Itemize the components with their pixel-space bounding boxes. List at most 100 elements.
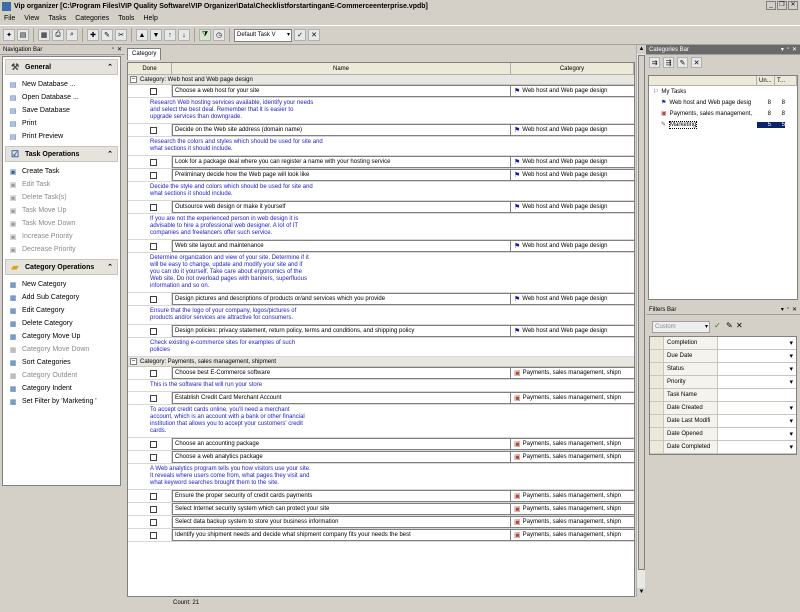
task-row[interactable]: Choose an accounting package ▣ Payments, s… [128,438,634,451]
close-pane-icon[interactable]: ✕ [792,306,797,313]
task-category[interactable]: ⚑ Web host and Web page design [511,293,634,305]
task-row[interactable]: Web site layout and maintenance ⚑ Web host… [128,240,634,253]
task-name[interactable]: Look for a package deal where you can re… [172,156,511,168]
task-done-checkbox[interactable] [150,532,157,539]
nav-item-new-database[interactable]: ▤ New Database ... [8,78,118,91]
scroll-up-icon[interactable]: ▲ [637,45,646,54]
task-category[interactable]: ▣ Payments, sales management, shipn [511,451,634,463]
apply-filter-icon[interactable]: ✓ [714,321,721,330]
task-name[interactable]: Establish Credit Card Merchant Account [172,392,511,404]
task-done-checkbox[interactable] [150,127,157,134]
task-category[interactable]: ⚑ Web host and Web page design [511,124,634,136]
task-name[interactable]: Preliminary decide how the Web page will… [172,169,511,181]
nav-item-edit-category[interactable]: ▦ Edit Category [8,304,118,317]
task-done-checkbox[interactable] [150,328,157,335]
task-category[interactable]: ▣ Payments, sales management, shipn [511,392,634,404]
task-view-select[interactable]: Default Task V [234,28,292,42]
category-tree-item[interactable]: ✎ Marketing 5 5 [649,119,797,130]
task-name[interactable]: Identify you shipment needs and decide w… [172,529,511,541]
filter-icon[interactable]: ⧩ [199,29,211,41]
task-row[interactable]: Select data backup system to store your … [128,516,634,529]
nav-item-create-task[interactable]: ▣ Create Task [8,165,118,178]
reminder-icon[interactable]: ◷ [213,29,225,41]
new-category-icon[interactable]: ⇉ [649,57,660,68]
collapse-group-icon[interactable]: – [130,76,137,83]
task-done-checkbox[interactable] [150,88,157,95]
nav-item-increase-priority[interactable]: ▣ Increase Priority [8,230,118,243]
column-uncompleted[interactable]: Un... [757,76,775,85]
nav-item-category-move-down[interactable]: ▦ Category Move Down [8,343,118,356]
task-row[interactable]: Preliminary decide how the Web page will… [128,169,634,182]
scroll-thumb[interactable] [638,55,645,570]
task-category[interactable]: ⚑ Web host and Web page design [511,169,634,181]
task-category[interactable]: ⚑ Web host and Web page design [511,240,634,252]
filter-value[interactable] [718,389,796,401]
menu-tasks[interactable]: Tasks [48,15,66,22]
task-name[interactable]: Choose a web host for your site [172,85,511,97]
menu-help[interactable]: Help [143,15,157,22]
task-name[interactable]: Design policies: privacy statement, retu… [172,325,511,337]
task-done-checkbox[interactable] [150,506,157,513]
task-name[interactable]: Design pictures and descriptions of prod… [172,293,511,305]
save-filter-icon[interactable]: ✎ [726,321,733,330]
delete-task-icon[interactable]: ✂ [115,29,127,41]
close-button[interactable]: ✕ [788,1,798,10]
task-row[interactable]: Look for a package deal where you can re… [128,156,634,169]
menu-view[interactable]: View [24,15,39,22]
collapse-chevron-icon[interactable]: ⌃ [107,63,113,71]
dropdown-icon[interactable]: ▾ [781,306,784,313]
task-row[interactable]: Establish Credit Card Merchant Account ▣ P… [128,392,634,405]
filter-value[interactable] [718,337,796,349]
pin-icon[interactable]: ▫ [112,46,114,53]
nav-item-category-outdent[interactable]: ▦ Category Outdent [8,369,118,382]
task-category[interactable]: ⚑ Web host and Web page design [511,325,634,337]
nav-item-sort-categories[interactable]: ▦ Sort Categories [8,356,118,369]
edit-task-icon[interactable]: ✎ [101,29,113,41]
task-category[interactable]: ▣ Payments, sales management, shipn [511,516,634,528]
save-icon[interactable]: ▦ [38,29,50,41]
task-done-checkbox[interactable] [150,204,157,211]
nav-item-print[interactable]: ▤ Print [8,117,118,130]
task-done-checkbox[interactable] [150,454,157,461]
task-category[interactable]: ▣ Payments, sales management, shipn [511,367,634,379]
grid-scrollbar[interactable]: ▲ ▼ [636,45,646,597]
task-category[interactable]: ▣ Payments, sales management, shipn [511,438,634,450]
column-done[interactable]: Done [128,63,172,74]
move-up-icon[interactable]: ▲ [136,29,148,41]
filter-value[interactable] [718,428,796,440]
close-pane-icon[interactable]: ✕ [117,46,122,53]
task-done-checkbox[interactable] [150,159,157,166]
edit-category-icon[interactable]: ✎ [677,57,688,68]
collapse-chevron-icon[interactable]: ⌃ [107,150,113,158]
scroll-down-icon[interactable]: ▼ [637,588,646,597]
task-row[interactable]: Select Internet security system which ca… [128,503,634,516]
task-done-checkbox[interactable] [150,370,157,377]
nav-item-save-database[interactable]: ▤ Save Database [8,104,118,117]
filter-value[interactable] [718,441,796,453]
task-operations-group-header[interactable]: ☑ Task Operations ⌃ [5,146,118,162]
priority-up-icon[interactable]: ↑ [164,29,176,41]
filter-value[interactable] [718,363,796,375]
menu-categories[interactable]: Categories [75,15,109,22]
nav-item-open-database[interactable]: ▤ Open Database ... [8,91,118,104]
column-category[interactable]: Category [511,63,634,74]
task-name[interactable]: Web site layout and maintenance [172,240,511,252]
menu-file[interactable]: File [4,15,15,22]
task-done-checkbox[interactable] [150,296,157,303]
task-done-checkbox[interactable] [150,493,157,500]
column-total[interactable]: T... [775,76,797,85]
filter-value[interactable] [718,350,796,362]
clear-view-icon[interactable]: ✕ [308,29,320,41]
task-category[interactable]: ⚑ Web host and Web page design [511,201,634,213]
task-name[interactable]: Choose an accounting package [172,438,511,450]
nav-item-task-move-up[interactable]: ▣ Task Move Up [8,204,118,217]
nav-item-set-filter-by-marketing[interactable]: ▦ Set Filter by 'Marketing ' [8,395,118,408]
restore-button[interactable]: ❐ [777,1,787,10]
nav-item-category-indent[interactable]: ▦ Category Indent [8,382,118,395]
nav-item-print-preview[interactable]: ▤ Print Preview [8,130,118,143]
nav-item-new-category[interactable]: ▦ New Category [8,278,118,291]
task-name[interactable]: Ensure the proper security of credit car… [172,490,511,502]
task-done-checkbox[interactable] [150,243,157,250]
task-row[interactable]: Choose best E-Commerce software ▣ Payments… [128,367,634,380]
task-row[interactable]: Design policies: privacy statement, retu… [128,325,634,338]
